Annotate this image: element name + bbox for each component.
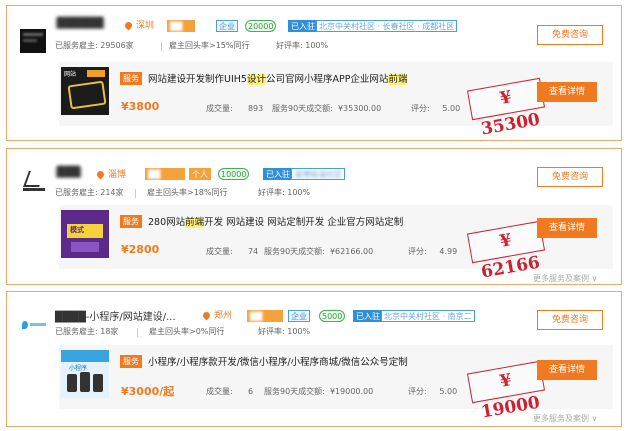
location-pin-icon: [95, 169, 106, 180]
divider: [135, 189, 136, 198]
free-consult-button[interactable]: 免费咨询: [537, 310, 603, 330]
divider: [137, 328, 138, 337]
service-thumbnail[interactable]: 网站: [61, 67, 109, 115]
service-title[interactable]: 小程序/小程序款开发/微信小程序/小程序商城/微信公众号定制: [148, 354, 408, 368]
repurchase-rate: 雇主回头率>18%同行: [147, 188, 228, 197]
service-tag: 服务: [120, 215, 142, 228]
service-panel: 小程序 服务 小程序/小程序款开发/微信小程序/小程序商城/微信公众号定制 ¥3…: [59, 345, 613, 423]
price: ¥3800: [121, 100, 160, 113]
level-badge: ██: [247, 310, 283, 322]
provider-card: ██████ 深圳 ██ 企业 20000 已入驻 北京中关村社区 · 长春社区…: [6, 5, 622, 141]
deposit-tag: 20000: [245, 20, 277, 32]
provider-name[interactable]: ████-小程序/网站建设/...: [55, 308, 176, 323]
repurchase-rate: 雇主回头率>0%同行: [149, 327, 225, 336]
served-count: 已服务雇主: 214家: [55, 188, 124, 197]
view-details-button[interactable]: 查看详情: [537, 360, 597, 380]
price: ¥3000/起: [121, 385, 175, 398]
provider-card: ████-小程序/网站建设/... 郑州 ██ 企业 5000 已入驻 北京中关…: [6, 291, 622, 427]
good-rating: 好评率: 100%: [258, 327, 311, 336]
provider-name[interactable]: ██████: [55, 18, 106, 29]
score: 评分: 5.00: [408, 387, 458, 396]
service-thumbnail[interactable]: 模式: [61, 210, 109, 258]
location-pin-icon: [123, 20, 134, 31]
view-details-button[interactable]: 查看详情: [537, 218, 597, 238]
repurchase-rate: 雇主回头率>15%同行: [169, 41, 250, 50]
good-rating: 好评率: 100%: [258, 188, 311, 197]
type-tag: 个人: [189, 168, 211, 180]
more-services-link[interactable]: 更多服务及案例 ∨: [533, 413, 597, 424]
served-count: 已服务雇主: 18家: [55, 327, 119, 336]
type-tag: 企业: [288, 310, 310, 322]
price-stamp: ¥ 19000: [466, 360, 546, 423]
price: ¥2800: [121, 243, 160, 256]
provider-card: ███ 淄博 ██ 个人 10000 已入驻 淄博临淄社区 已服务雇主: 214…: [6, 148, 622, 285]
more-services-link[interactable]: 更多服务及案例 ∨: [533, 273, 597, 284]
price-stamp: ¥ 35300: [466, 77, 546, 140]
community-tag: 淄博临淄社区: [291, 168, 345, 180]
location-pin-icon: [201, 310, 212, 321]
level-badge: ██: [145, 168, 185, 180]
provider-name[interactable]: ███: [55, 167, 83, 178]
community-tag: 北京中关村社区 · 南京二: [381, 310, 475, 322]
score: 评分: 5.00: [411, 104, 461, 113]
location: 郑州: [201, 308, 232, 321]
service-title[interactable]: 网站建设开发制作UIH5设计公司官网小程序APP企业网站前端: [148, 71, 408, 85]
settled-badge: 已入驻: [288, 20, 318, 32]
deposit-tag: 5000: [319, 310, 346, 322]
deposit-tag: 10000: [218, 168, 250, 180]
served-count: 已服务雇主: 29506家: [55, 41, 134, 50]
service-thumbnail[interactable]: 小程序: [61, 350, 109, 398]
free-consult-button[interactable]: 免费咨询: [537, 25, 603, 45]
type-tag: 企业: [216, 20, 238, 32]
provider-logo[interactable]: [21, 169, 47, 193]
view-details-button[interactable]: 查看详情: [537, 82, 597, 102]
service-panel: 网站 服务 网站建设开发制作UIH5设计公司官网小程序APP企业网站前端 ¥38…: [59, 62, 613, 140]
free-consult-button[interactable]: 免费咨询: [537, 167, 603, 187]
settled-badge: 已入驻: [353, 310, 383, 322]
level-badge: ██: [167, 20, 195, 32]
amount-90d: 服务90天成交额: ¥62166.00: [264, 247, 374, 256]
service-title[interactable]: 280网站前端开发 网站建设 网站定制开发 企业官方网站定制: [148, 214, 403, 228]
location: 淄博: [95, 167, 126, 180]
good-rating: 好评率: 100%: [276, 41, 329, 50]
score: 评分: 4.99: [408, 247, 458, 256]
volume: 成交量: 74: [206, 247, 259, 256]
service-tag: 服务: [120, 355, 142, 368]
volume: 成交量: 6: [206, 387, 254, 396]
amount-90d: 服务90天成交额: ¥19000.00: [264, 387, 374, 396]
community-tag: 北京中关村社区 · 长春社区 · 成都社区: [316, 20, 458, 32]
settled-badge: 已入驻: [263, 168, 293, 180]
service-tag: 服务: [120, 72, 142, 85]
service-panel: 模式 服务 280网站前端开发 网站建设 网站定制开发 企业官方网站定制 ¥28…: [59, 205, 613, 283]
amount-90d: 服务90天成交额: ¥35300.00: [272, 104, 382, 113]
provider-logo[interactable]: [21, 314, 47, 338]
location: 深圳: [123, 18, 154, 31]
provider-logo[interactable]: [20, 29, 46, 53]
divider: [161, 42, 162, 51]
price-stamp: ¥ 62166: [466, 220, 546, 283]
volume: 成交量: 893: [206, 104, 264, 113]
